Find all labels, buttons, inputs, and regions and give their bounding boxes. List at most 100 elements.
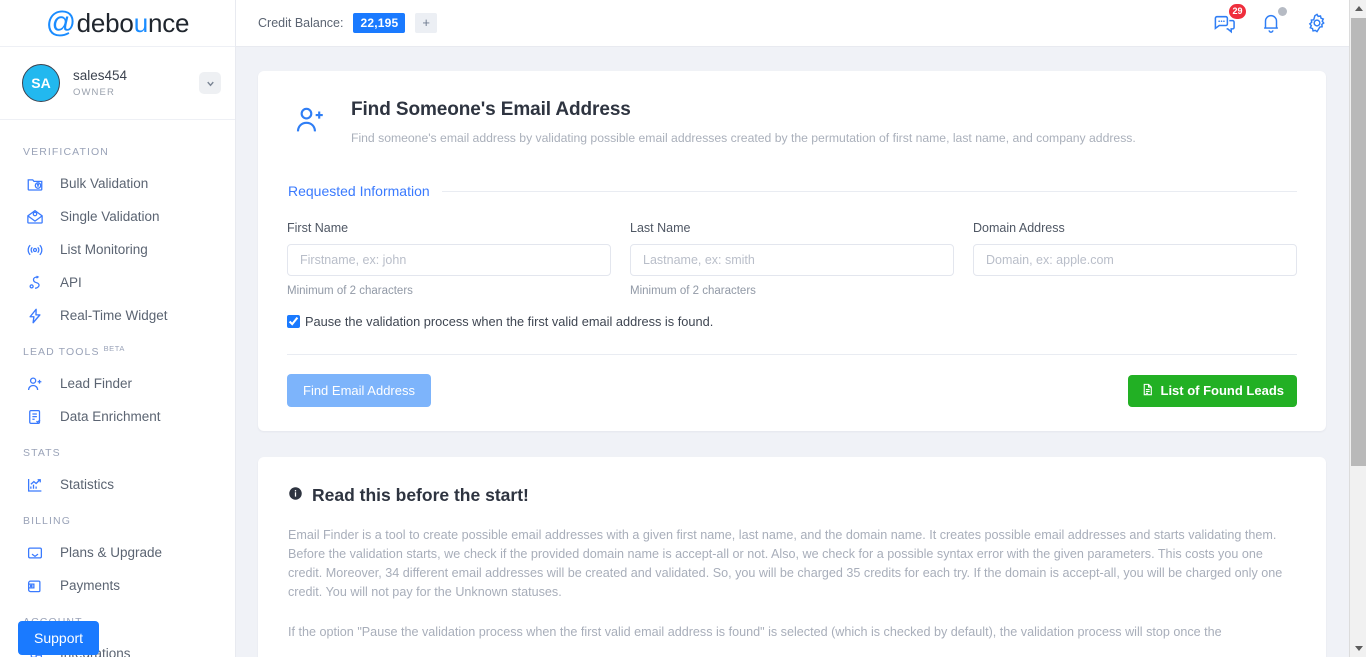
sidebar-item-label: List Monitoring (60, 242, 148, 257)
sidebar-item-data-enrichment[interactable]: Data Enrichment (0, 400, 235, 433)
page-title: Find Someone's Email Address (351, 99, 631, 120)
finder-form: First Name Minimum of 2 characters Last … (287, 221, 1297, 299)
domain-input[interactable] (973, 244, 1297, 276)
topbar-icons: 29 (1213, 3, 1328, 35)
main-area: Credit Balance: 22,195 + 29 Find Someone… (236, 0, 1366, 657)
find-email-address-button[interactable]: Find Email Address (287, 374, 431, 407)
user-plus-icon (293, 99, 329, 142)
sidebar-item-label: API (60, 275, 82, 290)
chat-unread-badge: 29 (1229, 3, 1246, 19)
section-divider (441, 190, 1297, 192)
domain-field-group: Domain Address (973, 221, 1297, 299)
document-icon (1141, 383, 1154, 399)
note-paragraph-2: If the option "Pause the validation proc… (288, 624, 1222, 639)
sidebar-item-statistics[interactable]: Statistics (0, 468, 235, 501)
envelope-at-icon (25, 207, 44, 226)
clipboard-check-icon (25, 407, 44, 426)
sidebar-item-label: Single Validation (60, 209, 160, 224)
first-name-label: First Name (287, 221, 349, 235)
sidebar-item-real-time-widget[interactable]: Real-Time Widget (0, 299, 235, 332)
sidebar-item-plans-upgrade[interactable]: Plans & Upgrade (0, 536, 235, 569)
logo-wordmark: debounce (77, 8, 190, 39)
wallet-icon (25, 576, 44, 595)
first-name-input[interactable] (287, 244, 611, 276)
support-button[interactable]: Support (18, 621, 100, 655)
card-header: Find Someone's Email Address Find someon… (287, 97, 1297, 145)
credit-balance-label: Credit Balance: (258, 16, 344, 30)
add-credit-button[interactable]: + (415, 13, 437, 33)
chevron-down-icon[interactable] (199, 72, 221, 94)
last-name-field-group: Last Name Minimum of 2 characters (630, 221, 954, 299)
sidebar: @ debounce SA sales454 OWNER VERIFICATIO… (0, 0, 236, 657)
list-of-found-leads-label: List of Found Leads (1160, 383, 1285, 398)
page-subtitle: Find someone's email address by validati… (351, 131, 1136, 145)
folder-upload-icon (25, 174, 44, 193)
sidebar-item-label: Payments (60, 578, 121, 593)
logo-word-u: u (133, 7, 148, 38)
note-title-row: Read this before the start! (287, 483, 1297, 506)
logo-word-part-1: debo (76, 7, 134, 38)
logo-mark: @ debounce (46, 8, 190, 39)
note-title: Read this before the start! (312, 485, 529, 505)
last-name-hint: Minimum of 2 characters (630, 285, 756, 297)
sidebar-item-label: Statistics (60, 477, 115, 492)
scroll-up-arrow-icon[interactable] (1350, 0, 1366, 17)
domain-label: Domain Address (973, 221, 1065, 235)
section-title: Requested Information (288, 183, 430, 199)
last-name-label: Last Name (630, 221, 691, 235)
notification-dot (1278, 7, 1287, 16)
sidebar-item-lead-finder[interactable]: Lead Finder (0, 367, 235, 400)
user-role: OWNER (73, 86, 115, 98)
first-name-hint: Minimum of 2 characters (287, 285, 413, 297)
page-content: Find Someone's Email Address Find someon… (236, 47, 1366, 657)
brand-logo[interactable]: @ debounce (0, 0, 235, 47)
user-name: sales454 (73, 67, 128, 83)
user-profile[interactable]: SA sales454 OWNER (0, 47, 235, 120)
card-header-text: Find Someone's Email Address Find someon… (351, 99, 1136, 145)
sidebar-item-bulk-validation[interactable]: Bulk Validation (0, 167, 235, 200)
sidebar-item-label: Plans & Upgrade (60, 545, 163, 560)
logo-at-icon: @ (45, 6, 76, 39)
nav-group-label: STATS (23, 447, 61, 459)
topbar: Credit Balance: 22,195 + 29 (236, 0, 1366, 47)
api-path-icon (25, 273, 44, 292)
broadcast-icon (25, 240, 44, 259)
list-of-found-leads-button[interactable]: List of Found Leads (1127, 374, 1297, 407)
sidebar-nav: VERIFICATION Bulk Validation Single Vali… (0, 120, 235, 657)
sidebar-item-label: Data Enrichment (60, 409, 161, 424)
sidebar-item-list-monitoring[interactable]: List Monitoring (0, 233, 235, 266)
credit-balance-value: 22,195 (353, 13, 406, 33)
chat-icon[interactable]: 29 (1213, 3, 1246, 35)
scroll-down-arrow-icon[interactable] (1350, 640, 1366, 657)
sidebar-item-label: Lead Finder (60, 376, 133, 391)
logo-word-part-2: nce (147, 7, 190, 38)
nav-group-label: VERIFICATION (23, 146, 109, 158)
nav-group-stats: STATS (0, 433, 235, 468)
gear-icon[interactable] (1306, 12, 1328, 34)
last-name-input[interactable] (630, 244, 954, 276)
pause-validation-row[interactable]: Pause the validation process when the fi… (287, 314, 1297, 329)
pause-validation-label[interactable]: Pause the validation process when the fi… (305, 314, 713, 329)
bell-icon[interactable] (1260, 7, 1287, 34)
card-actions: Find Email Address List of Found Leads (287, 374, 1297, 407)
sidebar-item-single-validation[interactable]: Single Validation (0, 200, 235, 233)
nav-group-lead-tools: LEAD TOOLS BETA (0, 332, 235, 367)
nav-group-label: LEAD TOOLS (23, 346, 100, 358)
card-divider (287, 354, 1297, 355)
nav-group-billing: BILLING (0, 501, 235, 536)
scrollbar-thumb[interactable] (1351, 18, 1366, 466)
sidebar-item-label: Real-Time Widget (60, 308, 168, 323)
nav-group-verification: VERIFICATION (0, 132, 235, 167)
pause-validation-checkbox[interactable] (287, 315, 300, 328)
page-scrollbar[interactable] (1349, 0, 1366, 657)
user-meta: sales454 OWNER (73, 68, 186, 99)
email-finder-card: Find Someone's Email Address Find someon… (258, 71, 1326, 431)
sidebar-item-payments[interactable]: Payments (0, 569, 235, 602)
sidebar-item-api[interactable]: API (0, 266, 235, 299)
lightning-bolt-icon (25, 306, 44, 325)
beta-badge: BETA (103, 344, 125, 353)
info-icon (288, 485, 303, 506)
requested-information-section: Requested Information (287, 183, 1297, 199)
read-before-start-card: Read this before the start! Email Finder… (258, 457, 1326, 657)
avatar: SA (22, 64, 60, 102)
